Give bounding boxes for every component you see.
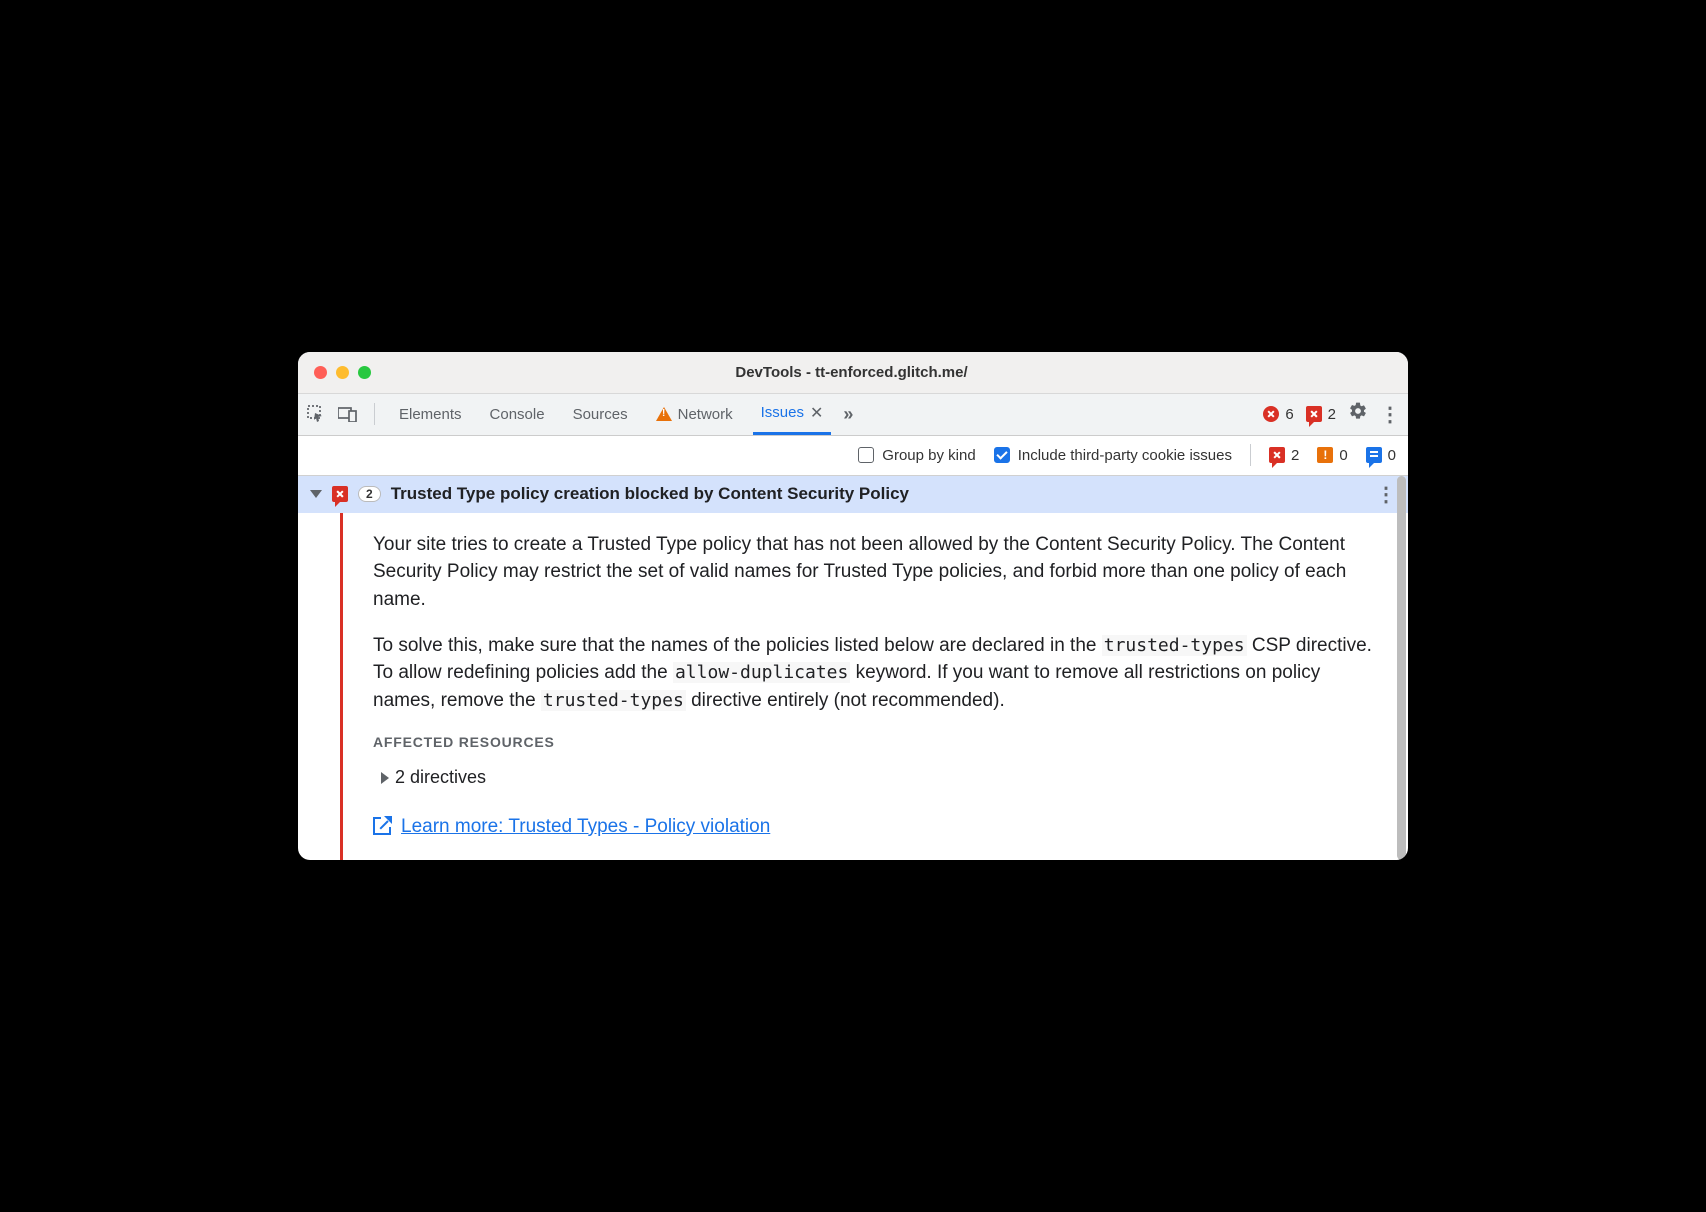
affected-resources-label: Affected Resources (373, 732, 1378, 752)
warning-square-icon: ! (1317, 447, 1333, 463)
learn-more-text[interactable]: Learn more: Trusted Types - Policy viola… (401, 813, 770, 841)
disclosure-triangle-icon (310, 490, 322, 498)
include-cookies-checkbox[interactable]: Include third-party cookie issues (994, 447, 1232, 464)
issue-header[interactable]: 2 Trusted Type policy creation blocked b… (298, 476, 1408, 513)
tab-issues-label: Issues (761, 404, 804, 421)
tab-network-label: Network (678, 406, 733, 423)
issue-paragraph-1: Your site tries to create a Trusted Type… (373, 531, 1378, 614)
tab-elements[interactable]: Elements (391, 393, 470, 435)
titlebar: DevTools - tt-enforced.glitch.me/ (298, 352, 1408, 394)
filter-error-count[interactable]: 2 (1269, 447, 1299, 464)
learn-more-link[interactable]: Learn more: Trusted Types - Policy viola… (373, 813, 1378, 841)
issue-body: Your site tries to create a Trusted Type… (298, 513, 1408, 860)
scrollbar[interactable] (1397, 476, 1406, 860)
code-trusted-types: trusted-types (1102, 635, 1247, 656)
directives-disclosure[interactable]: 2 directives (381, 764, 1378, 790)
issues-filter-bar: Group by kind Include third-party cookie… (298, 436, 1408, 476)
error-speech-icon (332, 486, 348, 502)
inspect-element-icon[interactable] (306, 404, 326, 424)
filter-warn-count[interactable]: ! 0 (1317, 447, 1347, 464)
external-link-icon (373, 817, 391, 835)
divider (374, 403, 375, 425)
disclosure-triangle-right-icon (381, 772, 389, 784)
checkbox-checked-icon (994, 447, 1010, 463)
issue-title: Trusted Type policy creation blocked by … (391, 484, 909, 504)
issue-count-badge: 2 (358, 486, 381, 502)
tab-issues[interactable]: Issues ✕ (753, 393, 832, 435)
device-toolbar-icon[interactable] (338, 404, 358, 424)
error-speech-icon (1306, 406, 1322, 422)
devtools-window: DevTools - tt-enforced.glitch.me/ Elemen… (298, 352, 1408, 860)
tab-console[interactable]: Console (482, 393, 553, 435)
close-tab-icon[interactable]: ✕ (810, 403, 823, 423)
info-speech-icon (1366, 447, 1382, 463)
code-trusted-types-2: trusted-types (541, 690, 686, 711)
issue-paragraph-2: To solve this, make sure that the names … (373, 632, 1378, 715)
settings-gear-icon[interactable] (1348, 401, 1368, 427)
code-allow-duplicates: allow-duplicates (673, 662, 850, 683)
window-title: DevTools - tt-enforced.glitch.me/ (311, 364, 1392, 381)
more-menu-icon[interactable]: ⋮ (1380, 402, 1400, 427)
issues-list: 2 Trusted Type policy creation blocked b… (298, 476, 1408, 860)
tab-sources[interactable]: Sources (565, 393, 636, 435)
warning-triangle-icon (656, 407, 672, 421)
divider (1250, 444, 1251, 466)
error-circle-icon (1263, 406, 1279, 422)
console-error-count[interactable]: 6 (1263, 406, 1293, 423)
issues-error-count[interactable]: 2 (1306, 406, 1336, 423)
main-toolbar: Elements Console Sources Network Issues … (298, 394, 1408, 436)
filter-info-count[interactable]: 0 (1366, 447, 1396, 464)
directives-count-label: 2 directives (395, 764, 486, 790)
group-by-kind-checkbox[interactable]: Group by kind (858, 447, 975, 464)
more-tabs-chevron-icon[interactable]: » (843, 404, 853, 425)
error-speech-icon (1269, 447, 1285, 463)
issue-menu-icon[interactable]: ⋮ (1376, 482, 1396, 507)
checkbox-unchecked-icon (858, 447, 874, 463)
tab-network[interactable]: Network (648, 393, 741, 435)
